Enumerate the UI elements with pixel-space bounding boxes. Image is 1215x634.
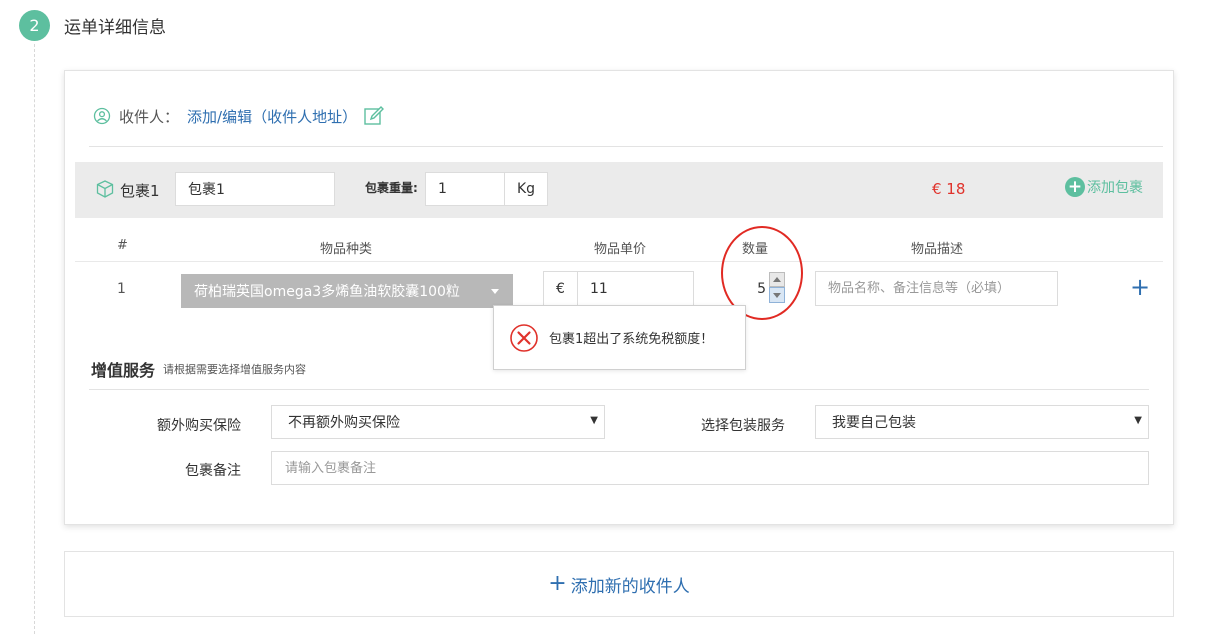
add-recipient-label: 添加新的收件人 <box>570 576 690 597</box>
package-weight-input[interactable] <box>425 172 505 206</box>
step-header: 2 运单详细信息 <box>19 9 166 41</box>
waybill-card: 收件人： 添加/编辑（收件人地址） 包裹1 包裹重量: Kg € 18 + 添加… <box>64 70 1174 525</box>
error-message: 包裹1超出了系统免税额度！ <box>549 332 714 347</box>
select-arrow-icon: ▼ <box>1134 415 1142 426</box>
column-header-description: 物品描述 <box>911 242 964 257</box>
package-weight-label: 包裹重量: <box>365 181 418 195</box>
add-recipient-button[interactable]: + 添加新的收件人 <box>64 551 1174 617</box>
currency-addon: € <box>543 271 578 306</box>
weight-unit: Kg <box>504 172 548 206</box>
user-icon <box>93 107 111 125</box>
packing-value: 我要自己包装 <box>832 415 916 431</box>
column-header-index: # <box>117 238 128 253</box>
select-arrow-icon: ▼ <box>590 415 598 426</box>
package-box-icon <box>96 180 114 198</box>
services-divider <box>89 389 1149 390</box>
services-hint: 请根据需要选择增值服务内容 <box>163 363 306 376</box>
column-header-category: 物品种类 <box>320 242 373 257</box>
column-header-quantity: 数量 <box>742 242 769 257</box>
package-price: € 18 <box>932 180 966 198</box>
insurance-select[interactable]: 不再额外购买保险 ▼ <box>271 405 605 439</box>
recipient-row: 收件人： 添加/编辑（收件人地址） <box>93 101 385 131</box>
insurance-value: 不再额外购买保险 <box>288 415 400 431</box>
add-package-button[interactable]: + 添加包裹 <box>1065 177 1143 197</box>
add-item-plus-icon[interactable]: + <box>1130 275 1150 299</box>
item-row-index: 1 <box>117 281 126 297</box>
packing-select[interactable]: 我要自己包装 ▼ <box>815 405 1149 439</box>
caret-down-icon <box>491 289 499 294</box>
error-tooltip: 包裹1超出了系统免税额度！ <box>493 305 746 370</box>
package-name-input[interactable] <box>175 172 335 206</box>
quantity-decrement-button[interactable] <box>769 287 785 303</box>
quantity-increment-button[interactable] <box>769 272 785 287</box>
step-number-badge: 2 <box>19 9 50 41</box>
item-quantity-input[interactable] <box>728 274 768 304</box>
edit-icon[interactable] <box>363 105 385 127</box>
item-description-input[interactable] <box>815 271 1058 306</box>
recipient-label: 收件人： <box>119 107 180 126</box>
packing-label: 选择包装服务 <box>701 418 785 434</box>
edit-recipient-link[interactable]: 添加/编辑（收件人地址） <box>187 106 357 127</box>
package-label: 包裹1 <box>120 182 160 200</box>
package-note-label: 包裹备注 <box>185 463 241 479</box>
step-title: 运单详细信息 <box>64 17 166 38</box>
item-category-select[interactable]: 荷柏瑞英国omega3多烯鱼油软胶囊100粒 <box>181 274 513 308</box>
step-timeline-line <box>34 44 35 634</box>
recipient-divider <box>89 146 1163 147</box>
item-category-value: 荷柏瑞英国omega3多烯鱼油软胶囊100粒 <box>194 284 460 300</box>
insurance-label: 额外购买保险 <box>157 418 241 434</box>
table-header-divider <box>75 261 1163 262</box>
package-note-input[interactable] <box>271 451 1149 485</box>
services-title: 增值服务 <box>91 361 156 380</box>
error-x-icon <box>510 323 538 352</box>
item-price-input[interactable] <box>577 271 694 306</box>
column-header-price: 物品单价 <box>594 242 647 257</box>
plus-circle-icon: + <box>1065 177 1085 197</box>
plus-icon: + <box>548 571 567 596</box>
package-bar: 包裹1 包裹重量: Kg € 18 + 添加包裹 <box>75 162 1163 218</box>
add-package-label: 添加包裹 <box>1087 180 1143 196</box>
